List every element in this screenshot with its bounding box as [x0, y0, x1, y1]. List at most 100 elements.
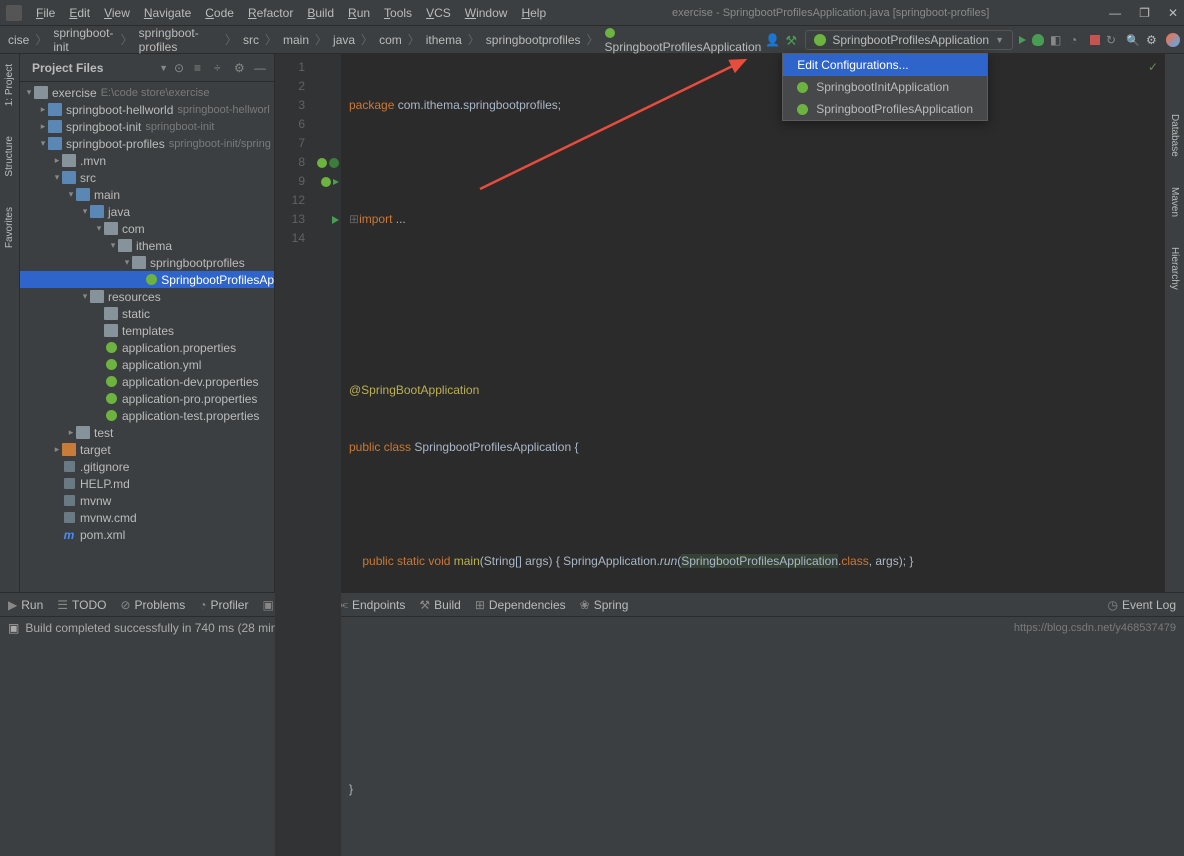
tree-node[interactable]: ▾resources — [20, 288, 274, 305]
ide-icon[interactable] — [1166, 33, 1180, 47]
left-tab-project[interactable]: 1: Project — [4, 64, 15, 106]
tree-node[interactable]: static — [20, 305, 274, 322]
breadcrumb-item[interactable]: springbootprofiles — [482, 33, 585, 47]
stop-button[interactable] — [1090, 35, 1100, 45]
tool-problems[interactable]: ⊘ Problems — [120, 598, 185, 612]
gutter-icons — [311, 54, 341, 856]
hammer-icon[interactable]: ⚒ — [785, 33, 799, 47]
tree-node[interactable]: application-dev.properties — [20, 373, 274, 390]
breadcrumbs: cise〉springboot-init〉springboot-profiles… — [4, 26, 765, 54]
menu-view[interactable]: View — [98, 4, 136, 22]
right-tab-maven[interactable]: Maven — [1169, 187, 1180, 217]
menu-help[interactable]: Help — [515, 4, 552, 22]
run-config-selector[interactable]: SpringbootProfilesApplication ▼ — [805, 30, 1013, 50]
folder-icon — [34, 86, 48, 99]
tree-node[interactable]: SpringbootProfilesAp — [20, 271, 274, 288]
tree-node[interactable]: templates — [20, 322, 274, 339]
code-content[interactable]: package com.ithema.springbootprofiles; ⊞… — [341, 54, 1164, 856]
debug-button[interactable] — [1032, 34, 1044, 46]
tree-node[interactable]: mvnw.cmd — [20, 509, 274, 526]
run-button[interactable] — [1019, 36, 1026, 44]
hide-panel-icon[interactable]: — — [254, 61, 268, 75]
tree-node[interactable]: mpom.xml — [20, 526, 274, 543]
menu-run[interactable]: Run — [342, 4, 376, 22]
breadcrumb-item[interactable]: springboot-profiles — [135, 26, 223, 54]
tree-node[interactable]: ▾ithema — [20, 237, 274, 254]
menu-refactor[interactable]: Refactor — [242, 4, 299, 22]
file-icon — [62, 477, 76, 490]
maven-icon: m — [62, 528, 76, 541]
breadcrumb-item[interactable]: com — [375, 33, 406, 47]
line-gutter: 1236789121314 — [275, 54, 311, 856]
dropdown-item[interactable]: SpringbootInitApplication — [783, 76, 987, 98]
dropdown-item[interactable]: Edit Configurations... — [783, 54, 987, 76]
breadcrumb-item[interactable]: SpringbootProfilesApplication — [601, 26, 766, 54]
left-tool-tabs: 1: Project Structure Favorites — [0, 54, 20, 592]
tree-node[interactable]: ▾com — [20, 220, 274, 237]
tree-node[interactable]: application-pro.properties — [20, 390, 274, 407]
tree-node[interactable]: ▾main — [20, 186, 274, 203]
tool-profiler[interactable]: ◔ Profiler — [199, 598, 248, 612]
spring-icon[interactable] — [321, 177, 331, 187]
folder-icon — [104, 222, 118, 235]
tree-node[interactable]: application-test.properties — [20, 407, 274, 424]
breadcrumb-item[interactable]: java — [329, 33, 359, 47]
breadcrumb-item[interactable]: src — [239, 33, 263, 47]
minimize-button[interactable]: — — [1109, 6, 1121, 20]
menu-window[interactable]: Window — [459, 4, 514, 22]
menu-edit[interactable]: Edit — [63, 4, 96, 22]
tree-node[interactable]: ▸.mvn — [20, 152, 274, 169]
menu-tools[interactable]: Tools — [378, 4, 418, 22]
menu-navigate[interactable]: Navigate — [138, 4, 197, 22]
tree-node[interactable]: ▸test — [20, 424, 274, 441]
expand-icon[interactable]: ≡ — [194, 61, 208, 75]
breadcrumb-item[interactable]: springboot-init — [49, 26, 118, 54]
tree-node[interactable]: ▾springboot-profilesspringboot-init/spri… — [20, 135, 274, 152]
folder-orange-icon — [62, 443, 76, 456]
coverage-button[interactable]: ◧ — [1050, 33, 1064, 47]
add-user-icon[interactable]: 👤 — [765, 33, 779, 47]
tree-node[interactable]: ▸springboot-hellworldspringboot-hellworl — [20, 101, 274, 118]
left-tab-structure[interactable]: Structure — [4, 136, 15, 177]
spring-icon[interactable] — [317, 158, 327, 168]
maximize-button[interactable]: ❐ — [1139, 6, 1150, 20]
tree-node[interactable]: ▾java — [20, 203, 274, 220]
tree-node[interactable]: .gitignore — [20, 458, 274, 475]
breadcrumb-item[interactable]: main — [279, 33, 313, 47]
spring-icon[interactable] — [329, 158, 339, 168]
tree-node[interactable]: ▾src — [20, 169, 274, 186]
select-opened-icon[interactable]: ⊙ — [174, 61, 188, 75]
menu-vcs[interactable]: VCS — [420, 4, 457, 22]
run-gutter-icon[interactable] — [333, 179, 339, 185]
collapse-icon[interactable]: ÷ — [214, 61, 228, 75]
settings-icon[interactable] — [1146, 33, 1160, 47]
tree-node[interactable]: ▾springbootprofiles — [20, 254, 274, 271]
breadcrumb-item[interactable]: cise — [4, 33, 33, 47]
menu-build[interactable]: Build — [301, 4, 340, 22]
tree-node[interactable]: mvnw — [20, 492, 274, 509]
menu-file[interactable]: File — [30, 4, 61, 22]
tree-node[interactable]: ▾exerciseE:\code store\exercise — [20, 84, 274, 101]
right-tab-database[interactable]: Database — [1169, 114, 1180, 157]
tree-node[interactable]: HELP.md — [20, 475, 274, 492]
close-button[interactable]: ✕ — [1168, 6, 1178, 20]
breadcrumb-item[interactable]: ithema — [422, 33, 466, 47]
panel-settings-icon[interactable] — [234, 61, 248, 75]
tree-node[interactable]: application.yml — [20, 356, 274, 373]
tool-todo[interactable]: ☰ TODO — [57, 598, 106, 612]
dropdown-item[interactable]: SpringbootProfilesApplication — [783, 98, 987, 120]
menu-code[interactable]: Code — [199, 4, 240, 22]
tree-node[interactable]: ▸springboot-initspringboot-init — [20, 118, 274, 135]
tree-node[interactable]: application.properties — [20, 339, 274, 356]
chevron-down-icon[interactable]: ▼ — [159, 63, 168, 73]
titlebar: FileEditViewNavigateCodeRefactorBuildRun… — [0, 0, 1184, 26]
run-gutter-icon[interactable] — [332, 216, 339, 224]
search-icon[interactable] — [1126, 33, 1140, 47]
update-icon[interactable]: ↻ — [1106, 33, 1120, 47]
window-title: exercise - SpringbootProfilesApplication… — [552, 7, 1109, 19]
right-tab-hierarchy[interactable]: Hierarchy — [1169, 247, 1180, 290]
profile-button[interactable]: ◔ — [1070, 33, 1084, 47]
left-tab-favorites[interactable]: Favorites — [4, 207, 15, 248]
tree-node[interactable]: ▸target — [20, 441, 274, 458]
tool-run[interactable]: ▶ Run — [8, 598, 43, 612]
